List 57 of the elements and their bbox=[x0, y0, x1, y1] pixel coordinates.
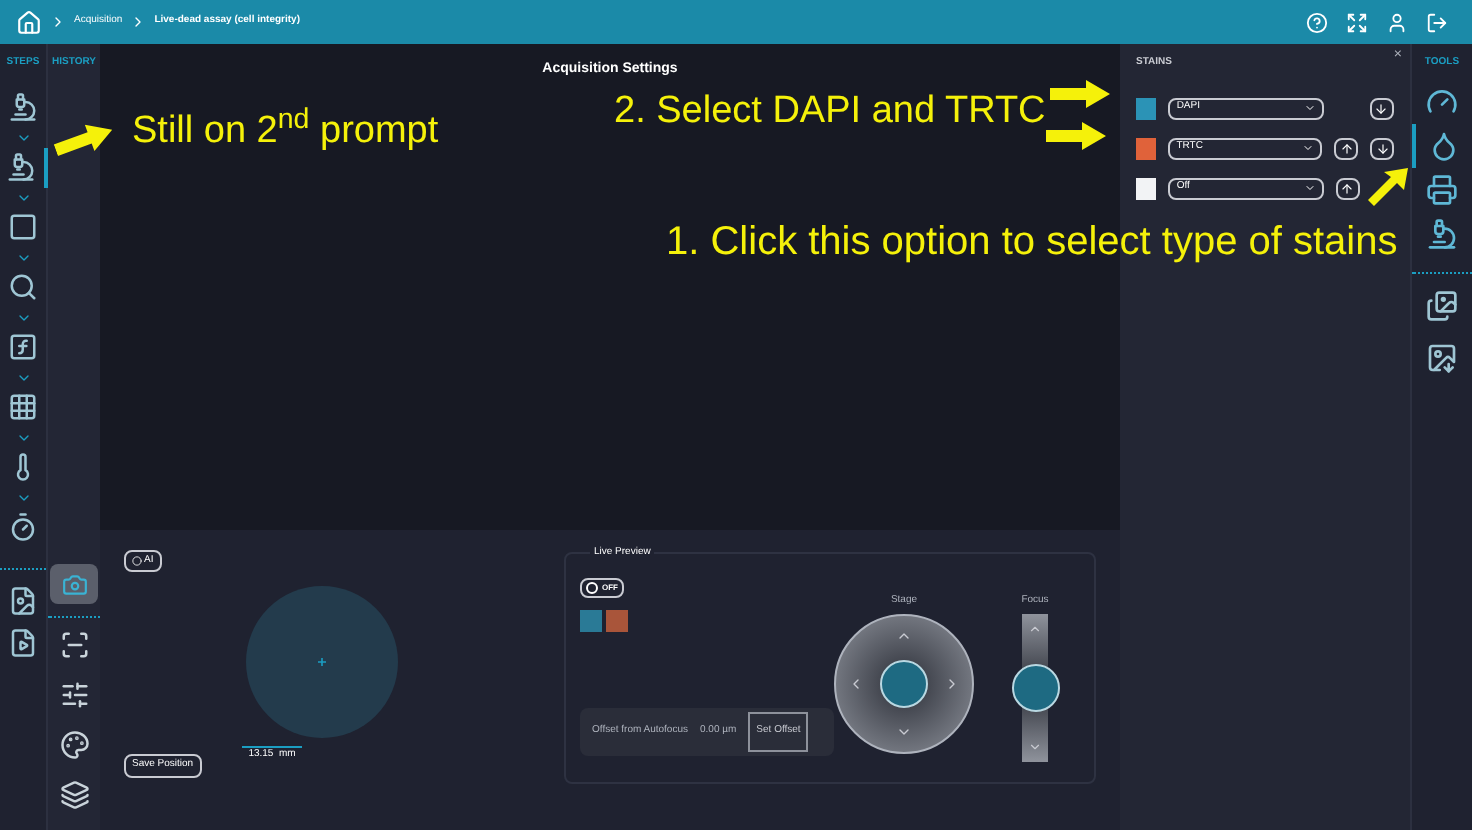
chevron-icon bbox=[50, 14, 66, 30]
down-icon[interactable] bbox=[1028, 739, 1042, 753]
scan-icon[interactable] bbox=[59, 630, 89, 660]
focus-knob[interactable] bbox=[1011, 663, 1059, 711]
well-plate-icon bbox=[8, 392, 38, 422]
caret-icon bbox=[1302, 142, 1314, 154]
microscope-icon bbox=[6, 152, 36, 182]
stain-swatch[interactable] bbox=[1136, 177, 1157, 199]
annotation-arrow bbox=[1368, 168, 1408, 208]
microscope-icon bbox=[1426, 217, 1458, 249]
camera-button[interactable] bbox=[50, 564, 98, 604]
arrow-down-icon bbox=[1374, 101, 1389, 115]
caret-icon bbox=[1303, 102, 1316, 114]
annotation-arrow bbox=[1046, 122, 1106, 150]
channel-swatch[interactable] bbox=[580, 610, 602, 632]
magnifier-icon bbox=[8, 272, 38, 302]
timer-icon bbox=[8, 512, 38, 542]
function-icon bbox=[8, 332, 38, 362]
bulb-icon bbox=[132, 556, 142, 566]
up-icon[interactable] bbox=[1028, 621, 1042, 635]
left-icon[interactable] bbox=[848, 675, 864, 691]
right-icon[interactable] bbox=[944, 675, 960, 691]
move-down-button[interactable] bbox=[1369, 97, 1394, 119]
printer-icon bbox=[1426, 173, 1458, 205]
help-icon[interactable] bbox=[1306, 11, 1328, 33]
joystick-knob[interactable] bbox=[880, 659, 928, 707]
stain-swatch[interactable] bbox=[1136, 97, 1157, 119]
stain-swatch[interactable] bbox=[1136, 137, 1157, 159]
image-download-icon[interactable] bbox=[1426, 341, 1458, 373]
arrow-up-icon bbox=[1340, 181, 1355, 195]
layers-icon[interactable] bbox=[59, 780, 89, 810]
file-image-icon[interactable] bbox=[8, 585, 38, 615]
palette-icon[interactable] bbox=[59, 730, 89, 760]
file-video-icon[interactable] bbox=[8, 627, 38, 657]
annotation-arrow bbox=[1050, 80, 1110, 108]
arrow-down-icon bbox=[1375, 141, 1389, 155]
move-up-button[interactable] bbox=[1334, 137, 1358, 159]
annotation-text: 1. Click this option to select type of stains bbox=[666, 218, 1398, 268]
camera-icon bbox=[61, 571, 87, 597]
sliders-icon[interactable] bbox=[59, 680, 89, 710]
toggle-knob bbox=[586, 582, 598, 594]
channel-swatch[interactable] bbox=[606, 610, 628, 632]
logout-icon[interactable] bbox=[1426, 11, 1448, 33]
home-icon[interactable] bbox=[16, 9, 42, 35]
images-icon[interactable] bbox=[1426, 289, 1458, 321]
annotation-text: 2. Select DAPI and TRTC bbox=[614, 88, 1046, 136]
move-down-button[interactable] bbox=[1370, 137, 1394, 159]
scale-bar bbox=[242, 746, 302, 748]
fullscreen-icon[interactable] bbox=[1346, 11, 1368, 33]
arrow-up-icon bbox=[1339, 141, 1353, 155]
annotation-text: Still on 2$^{nd}$ prompt bbox=[132, 104, 439, 156]
caret-icon bbox=[1303, 182, 1316, 194]
gauge-icon bbox=[1426, 85, 1458, 117]
user-icon[interactable] bbox=[1386, 11, 1408, 33]
droplet-icon bbox=[1428, 129, 1460, 161]
move-up-button[interactable] bbox=[1335, 177, 1360, 199]
square-icon bbox=[8, 212, 38, 242]
